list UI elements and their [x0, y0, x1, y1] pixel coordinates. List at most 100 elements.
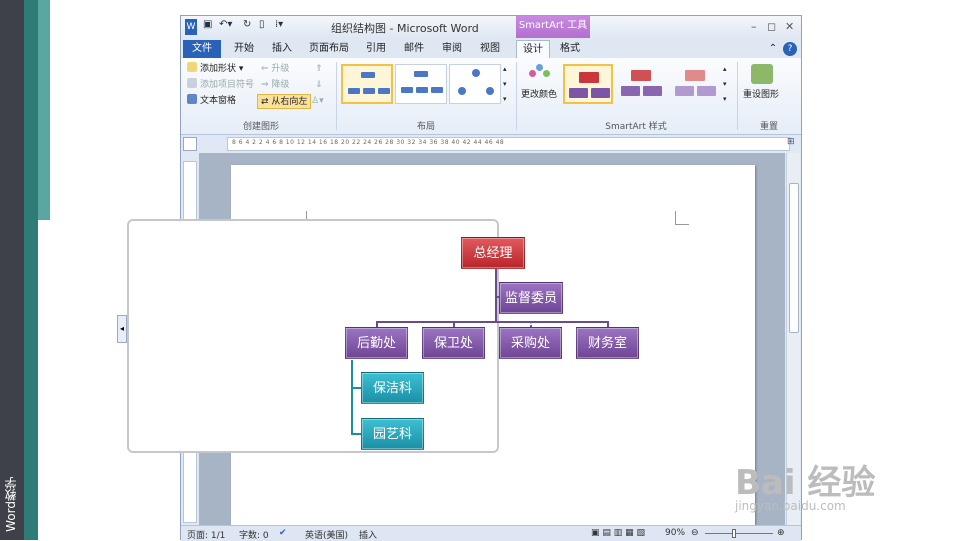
watermark-url: jingyan.baidu.com — [735, 499, 846, 513]
node-sub-gardening[interactable]: 园艺科 — [361, 418, 424, 450]
demote-label: 降级 — [271, 80, 290, 90]
group-layout-label: 布局 — [416, 122, 435, 132]
tab-home[interactable]: 开始 — [229, 40, 259, 58]
zoom-slider-track[interactable] — [705, 533, 773, 534]
promote-label: 升级 — [271, 64, 290, 74]
rtl-icon: ⇄ — [261, 97, 269, 107]
demote-arrow-icon: ⇒ — [261, 80, 269, 90]
promote-button[interactable]: ⇐ 升级 — [261, 62, 289, 77]
tab-design[interactable]: 设计 — [516, 40, 550, 58]
ribbon-minimize-icon[interactable]: ⌃ — [767, 40, 779, 58]
undo-icon[interactable]: ↶▾ — [219, 19, 232, 35]
tab-review[interactable]: 审阅 — [437, 40, 467, 58]
style-option-1[interactable] — [563, 64, 613, 104]
save-icon[interactable]: ▣ — [203, 19, 212, 35]
ribbon-separator — [516, 62, 517, 130]
ruler-numbers: 8 6 4 2 2 4 6 8 10 12 14 16 18 20 22 24 … — [232, 139, 505, 146]
change-colors-icon — [529, 64, 551, 84]
rtl-label: 从右向左 — [271, 97, 308, 107]
tab-mailings[interactable]: 邮件 — [399, 40, 429, 58]
view-ruler-icon[interactable]: ⊞ — [787, 137, 799, 151]
demote-button[interactable]: ⇒ 降级 — [261, 78, 289, 93]
view-buttons[interactable]: ▣ ▤ ▥ ▦ ▧ — [591, 528, 645, 538]
watermark-brand: Bai 经验 — [735, 463, 876, 503]
close-button[interactable]: ✕ — [785, 20, 794, 33]
style-option-2[interactable] — [617, 64, 667, 104]
slide-teal-bar — [24, 0, 38, 540]
status-bar: 页面: 1/1 字数: 0 ✔ 英语(美国) 插入 ▣ ▤ ▥ ▦ ▧ 90% … — [181, 525, 801, 541]
layout-option-name-title[interactable] — [395, 64, 447, 104]
new-doc-icon[interactable]: ▯ — [259, 19, 265, 35]
margin-mark-right — [675, 211, 689, 225]
tab-references[interactable]: 引用 — [361, 40, 391, 58]
zoom-in-icon[interactable]: ⊕ — [777, 528, 785, 538]
slide-side-label: Word教学 — [4, 477, 18, 532]
text-pane-label: 文本窗格 — [200, 96, 237, 106]
layout-option-circle-hierarchy[interactable] — [449, 64, 501, 104]
window-title: 组织结构图 - Microsoft Word — [331, 22, 479, 35]
group-reset-label: 重置 — [759, 122, 778, 132]
node-dept-purchasing[interactable]: 采购处 — [499, 327, 562, 359]
tab-page-layout[interactable]: 页面布局 — [305, 40, 353, 58]
group-smartart-styles-label: SmartArt 样式 — [605, 122, 667, 132]
styles-gallery-scroll-icon[interactable]: ▴ ▾ ▾ — [723, 62, 727, 103]
customize-qat-icon[interactable]: ⁞▾ — [275, 19, 283, 35]
insert-mode[interactable]: 插入 — [359, 528, 377, 541]
move-up-icon[interactable]: ⇑ — [315, 62, 323, 77]
tab-insert[interactable]: 插入 — [267, 40, 297, 58]
right-to-left-button[interactable]: ⇄ 从右向左 — [257, 94, 312, 109]
move-down-icon[interactable]: ⇓ — [315, 78, 323, 93]
reset-graphic-button[interactable]: 重设图形 — [743, 88, 779, 103]
help-icon[interactable]: ? — [783, 42, 797, 56]
zoom-level[interactable]: 90% — [665, 528, 685, 538]
tab-format[interactable]: 格式 — [555, 40, 585, 58]
add-shape-label: 添加形状 — [200, 64, 237, 74]
node-ceo[interactable]: 总经理 — [461, 237, 525, 269]
tab-file[interactable]: 文件 — [183, 40, 221, 58]
text-pane-button[interactable]: 文本窗格 — [187, 94, 236, 109]
zoom-out-icon[interactable]: ⊖ — [691, 528, 699, 538]
horizontal-ruler[interactable]: 8 6 4 2 2 4 6 8 10 12 14 16 18 20 22 24 … — [227, 137, 790, 151]
node-dept-security[interactable]: 保卫处 — [422, 327, 485, 359]
layout-dropdown-icon[interactable]: ♙▾ — [311, 94, 324, 109]
layout-option-org-chart[interactable] — [341, 64, 393, 104]
connector-sub-1 — [351, 387, 361, 389]
tab-view[interactable]: 视图 — [475, 40, 505, 58]
add-shape-button[interactable]: 添加形状 ▾ — [187, 62, 243, 77]
ribbon-separator — [737, 62, 738, 130]
add-shape-icon — [187, 62, 197, 72]
word-count[interactable]: 字数: 0 — [239, 528, 269, 541]
connector-sub-trunk — [351, 360, 353, 435]
smartart-tools-label: SmartArt 工具 — [516, 16, 590, 38]
scroll-thumb[interactable] — [789, 183, 799, 333]
baidu-watermark: Bai 经验 jingyan.baidu.com — [735, 455, 876, 513]
language-indicator[interactable]: 英语(美国) — [305, 528, 348, 541]
change-colors-button[interactable]: 更改颜色 — [521, 88, 557, 103]
proofing-icon[interactable]: ✔ — [279, 528, 287, 538]
connector-ceo-trunk — [495, 268, 497, 322]
group-create-graphic-label: 创建图形 — [242, 122, 279, 132]
minimize-button[interactable]: – — [751, 20, 757, 33]
style-option-3[interactable] — [671, 64, 721, 104]
connector-sub-2 — [351, 433, 361, 435]
reset-graphic-icon — [751, 64, 773, 84]
slide-teal-bar-light — [38, 0, 50, 220]
node-sub-cleaning[interactable]: 保洁科 — [361, 372, 424, 404]
restore-button[interactable]: ◻ — [767, 20, 776, 33]
connector-dept-bus — [376, 321, 608, 323]
add-bullet-button[interactable]: 添加项目符号 — [187, 78, 254, 93]
title-bar: W ▣ ↶▾ ↻ ▯ ⁞▾ 组织结构图 - Microsoft Word Sma… — [181, 16, 801, 38]
text-pane-toggle[interactable]: ◂ — [117, 315, 127, 343]
promote-arrow-icon: ⇐ — [261, 64, 269, 74]
layout-gallery-scroll-icon[interactable]: ▴ ▾ ▾ — [503, 62, 507, 103]
zoom-slider-thumb[interactable] — [732, 529, 736, 538]
slide-left-strip: Word教学 — [0, 0, 24, 540]
node-dept-finance[interactable]: 财务室 — [576, 327, 639, 359]
tab-selector[interactable] — [183, 137, 197, 151]
page-count[interactable]: 页面: 1/1 — [187, 528, 225, 541]
redo-icon[interactable]: ↻ — [243, 19, 251, 35]
node-dept-logistics[interactable]: 后勤处 — [345, 327, 408, 359]
add-bullet-label: 添加项目符号 — [200, 80, 255, 90]
word-app-icon[interactable]: W — [185, 19, 197, 35]
node-assistant[interactable]: 监督委员会 — [499, 282, 563, 338]
